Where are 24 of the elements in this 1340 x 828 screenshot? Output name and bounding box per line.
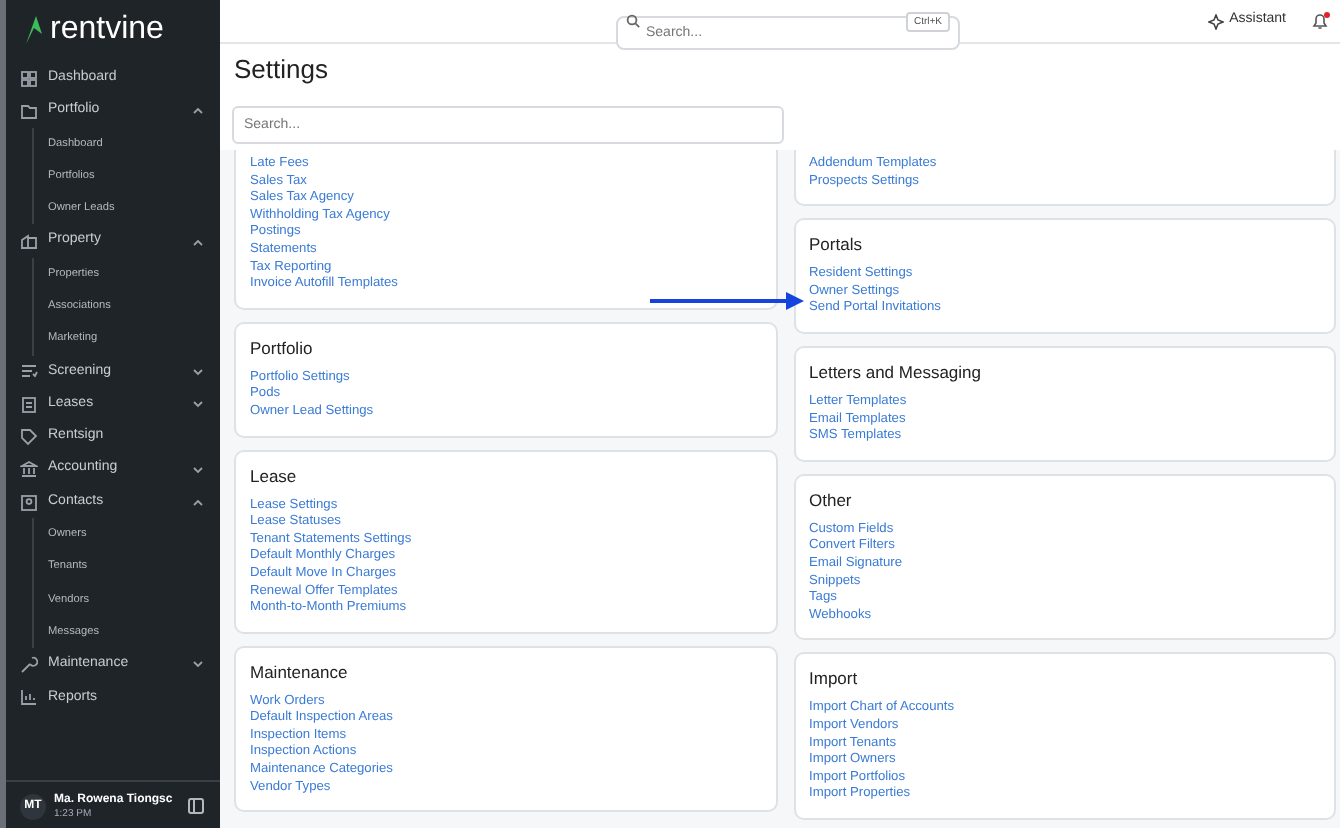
card-title: Other xyxy=(809,489,854,512)
panel-toggle-icon[interactable] xyxy=(188,798,204,814)
sparkle-icon xyxy=(1207,13,1224,29)
page-title: Settings xyxy=(234,54,330,86)
bank-icon xyxy=(20,460,38,479)
contact-card-icon xyxy=(20,493,38,511)
list-icon xyxy=(20,362,38,381)
wrench-icon xyxy=(20,655,38,674)
chart-icon xyxy=(20,688,38,707)
building-icon xyxy=(20,232,38,251)
card-title: Maintenance xyxy=(250,661,350,684)
card-title: Letters and Messaging xyxy=(809,361,983,384)
brand-logo: rentvine xyxy=(50,12,164,48)
tag-icon xyxy=(20,427,38,446)
grid-icon xyxy=(20,69,38,88)
card-title: Portals xyxy=(809,234,864,257)
folder-icon xyxy=(20,101,38,120)
search-icon xyxy=(626,14,640,28)
leaf-logo-icon xyxy=(24,14,44,46)
card-title: Import xyxy=(809,668,860,691)
bell-icon xyxy=(1312,12,1328,30)
card-title: Lease xyxy=(250,465,299,488)
document-icon xyxy=(20,395,38,414)
card-title: Portfolio xyxy=(250,337,315,360)
